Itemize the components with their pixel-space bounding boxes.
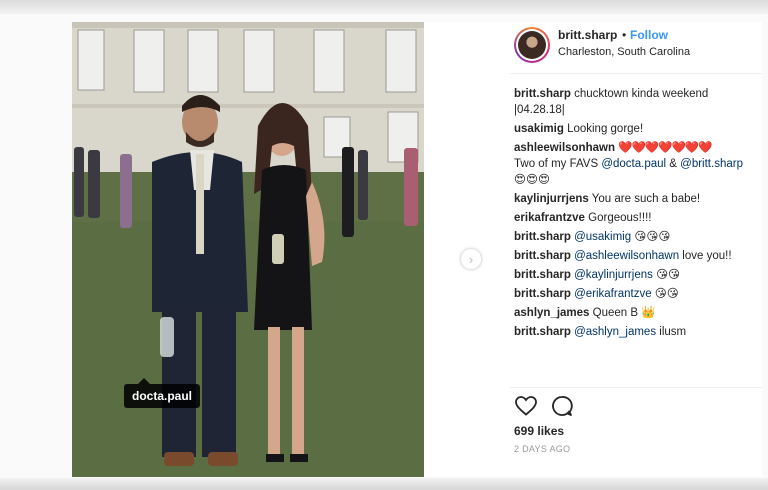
comment-item: britt.sharp @ashlyn_james ilusm [514,324,760,340]
post-header: britt.sharp • Follow Charleston, South C… [510,22,762,74]
heart-icon[interactable] [514,394,538,418]
comment-username[interactable]: britt.sharp [514,231,571,243]
comment-mention[interactable]: @erikafrantzve [574,288,652,300]
author-username[interactable]: britt.sharp [558,28,617,42]
comment-username[interactable]: kaylinjurrjens [514,193,589,205]
comment-item: britt.sharp @erikafrantzve 😘😘 [514,286,760,302]
post-modal: docta.paul › britt.sharp • Follow Charle… [72,22,762,477]
comment-mention[interactable]: @ashlyn_james [574,326,656,338]
comment-username[interactable]: erikafrantzve [514,212,585,224]
comment-item: ashlyn_james Queen B 👑 [514,305,760,321]
comment-item: usakimig Looking gorge! [514,121,760,137]
comment-item: britt.sharp @kaylinjurrjens 😘😘 [514,267,760,283]
comment-text: 😘😘 [651,288,679,300]
comment-item: britt.sharp @ashleewilsonhawn love you!! [514,248,760,264]
comment-text: You are such a babe! [591,193,701,205]
comment-item: britt.sharp @usakimig 😘😘😘 [514,229,760,245]
follow-button[interactable]: Follow [630,28,668,42]
avatar[interactable] [514,27,550,63]
comment-emoji: ❤️❤️❤️❤️❤️❤️❤️ [618,142,712,154]
comment-text: Gorgeous!!!! [588,212,652,224]
comment-emoji: 😍😍😍 [514,174,550,186]
comment-text: Looking gorge! [567,123,644,135]
comment-username[interactable]: britt.sharp [514,88,571,100]
comment-text: ilusm [656,326,687,338]
comment-username[interactable]: britt.sharp [514,326,571,338]
comment-item: erikafrantzve Gorgeous!!!! [514,210,760,226]
comment-item: kaylinjurrjens You are such a babe! [514,191,760,207]
comment-mention[interactable]: @ashleewilsonhawn [574,250,679,262]
post-location[interactable]: Charleston, South Carolina [558,46,690,58]
post-timestamp: 2 DAYS AGO [514,444,571,454]
caption: britt.sharp chucktown kinda weekend |04.… [514,86,760,118]
comment-username[interactable]: ashlyn_james [514,307,589,319]
comment-text: & [666,158,681,170]
photo-user-tag[interactable]: docta.paul [124,378,201,408]
comment-text: 😘😘 [652,269,681,281]
likes-count[interactable]: 699 likes [514,424,564,438]
comment-username[interactable]: britt.sharp [514,269,571,281]
action-bar [514,394,582,418]
comment-username[interactable]: ashleewilsonhawn [514,142,615,154]
comment-mention[interactable]: @kaylinjurrjens [574,269,653,281]
browser-bottom-edge [0,478,768,490]
comment-username[interactable]: britt.sharp [514,250,571,262]
photo-illustration [72,22,424,477]
comment-mention[interactable]: @britt.sharp [680,158,743,170]
avatar-image [518,31,546,59]
post-photo[interactable]: docta.paul [72,22,424,477]
comment-text: Queen B 👑 [592,307,656,319]
comment-mention[interactable]: @docta.paul [601,158,666,170]
comments-list: britt.sharp chucktown kinda weekend |04.… [514,86,760,343]
browser-top-edge [0,0,768,14]
comment-text: love you!! [679,250,732,262]
comment-username[interactable]: britt.sharp [514,288,571,300]
comment-text: 😘😘😘 [631,231,671,243]
comment-icon[interactable] [550,394,574,418]
carousel-next-button[interactable]: › [460,248,482,270]
divider [510,387,762,388]
comment-mention[interactable]: @usakimig [574,231,631,243]
comment-username[interactable]: usakimig [514,123,564,135]
header-separator: • [622,28,627,42]
comment-item: ashleewilsonhawn ❤️❤️❤️❤️❤️❤️❤️ Two of m… [514,140,760,188]
chevron-right-icon: › [468,251,474,267]
comment-text: Two of my FAVS [514,158,602,170]
